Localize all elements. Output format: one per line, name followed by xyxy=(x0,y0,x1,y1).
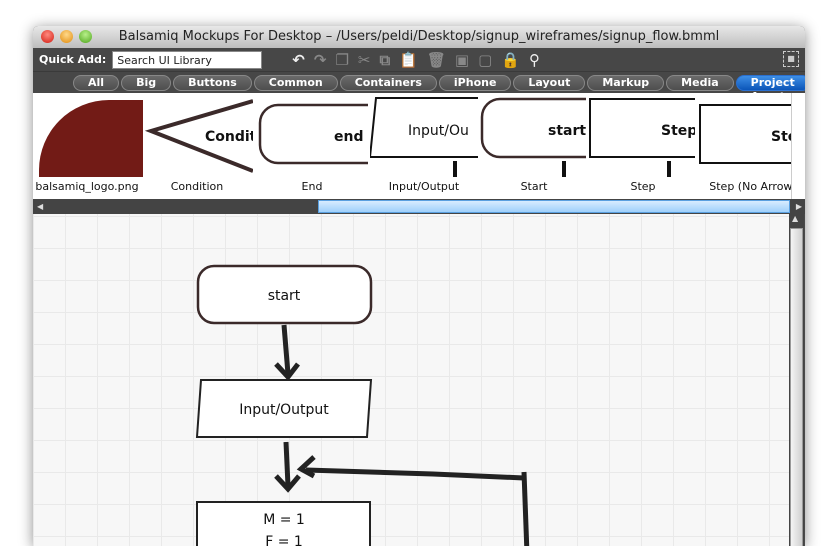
mockup-canvas[interactable]: start Input/Output M = 1 F = 1 xyxy=(33,214,789,546)
canvas-scrollbar[interactable]: ▲ xyxy=(789,214,804,546)
filter-layout[interactable]: Layout xyxy=(513,74,586,91)
asset-condition[interactable]: Conditi Condition xyxy=(143,93,253,199)
asset-preview-text: Input/Ou xyxy=(408,123,469,139)
filter-markup[interactable]: Markup xyxy=(587,74,665,91)
asset-preview-text: end xyxy=(334,129,363,145)
zoom-button[interactable] xyxy=(79,30,92,43)
minimize-button[interactable] xyxy=(60,30,73,43)
duplicate-icon[interactable]: ❐ xyxy=(335,51,348,69)
title-bar: Balsamiq Mockups For Desktop – /Users/pe… xyxy=(33,26,805,48)
window-title: Balsamiq Mockups For Desktop – /Users/pe… xyxy=(118,29,720,44)
asset-step[interactable]: Step Step xyxy=(589,93,697,199)
filter-containers[interactable]: Containers xyxy=(339,74,437,91)
step-label-line1: M = 1 xyxy=(263,512,305,528)
scroll-thumb[interactable] xyxy=(318,200,790,213)
asset-scrollbar[interactable]: ◀ ▶ xyxy=(33,199,805,214)
asset-label: Start xyxy=(520,180,548,193)
scroll-left-icon[interactable]: ◀ xyxy=(37,199,43,214)
asset-label: Condition xyxy=(170,180,224,193)
filter-all[interactable]: All xyxy=(73,74,120,91)
filter-common[interactable]: Common xyxy=(253,74,338,91)
step-label-line2: F = 1 xyxy=(265,534,303,546)
asset-label: balsamiq_logo.png xyxy=(35,180,139,193)
scroll-up-icon[interactable]: ▲ xyxy=(792,214,798,223)
asset-end[interactable]: end End xyxy=(258,93,368,199)
asset-label: End xyxy=(301,180,323,193)
filter-media[interactable]: Media xyxy=(666,74,734,91)
asset-step-no-arrow[interactable]: Step Step (No Arrow) xyxy=(699,93,805,199)
asset-label: Step (No Arrow) xyxy=(709,180,797,193)
scroll-thumb[interactable] xyxy=(790,228,803,546)
redo-icon[interactable]: ↷ xyxy=(314,51,327,69)
paste-icon[interactable]: 📋 xyxy=(399,51,418,69)
search-icon[interactable]: ⚲ xyxy=(529,51,540,69)
asset-strip: balsamiq_logo.png Conditi Condition end … xyxy=(33,93,805,199)
undo-icon[interactable]: ↶ xyxy=(292,51,305,69)
filter-big[interactable]: Big xyxy=(121,74,172,91)
group-icon[interactable]: ▣ xyxy=(455,51,469,69)
toolbar: Quick Add: Search UI Library ↶ ↷ ❐ ✂ ⧉ 📋… xyxy=(33,48,805,71)
asset-input-output[interactable]: Input/Ou Input/Output xyxy=(370,93,478,199)
start-label: start xyxy=(268,288,301,304)
filter-bar: All Big Buttons Common Containers iPhone Layou… xyxy=(33,71,805,103)
asset-start[interactable]: start Start xyxy=(480,93,588,199)
filter-buttons[interactable]: Buttons xyxy=(173,74,252,91)
lock-icon[interactable]: 🔒 xyxy=(501,51,520,69)
quick-add-label: Quick Add: xyxy=(39,53,107,66)
asset-preview-text: start xyxy=(548,123,586,139)
fullscreen-icon[interactable]: ■ xyxy=(783,51,799,67)
close-button[interactable] xyxy=(41,30,54,43)
filter-project-assets[interactable]: Project Assets xyxy=(735,74,805,103)
asset-label: Step xyxy=(630,180,656,193)
asset-preview-text: Step xyxy=(661,123,695,139)
filter-iphone[interactable]: iPhone xyxy=(438,74,512,91)
cut-icon[interactable]: ✂ xyxy=(358,51,371,69)
ungroup-icon[interactable]: ▢ xyxy=(478,51,492,69)
scroll-right-icon[interactable]: ▶ xyxy=(796,199,802,214)
asset-balsamiq-logo[interactable]: balsamiq_logo.png xyxy=(33,93,143,199)
copy-icon[interactable]: ⧉ xyxy=(379,51,390,69)
input-output-label: Input/Output xyxy=(239,402,329,418)
asset-preview-text: Conditi xyxy=(205,129,253,145)
search-input[interactable]: Search UI Library xyxy=(112,50,263,69)
app-window: Balsamiq Mockups For Desktop – /Users/pe… xyxy=(33,26,805,546)
asset-label: Input/Output xyxy=(388,180,460,193)
delete-icon[interactable]: 🗑 xyxy=(427,51,446,69)
logo-image xyxy=(39,100,143,177)
asset-strip-border xyxy=(791,93,805,199)
